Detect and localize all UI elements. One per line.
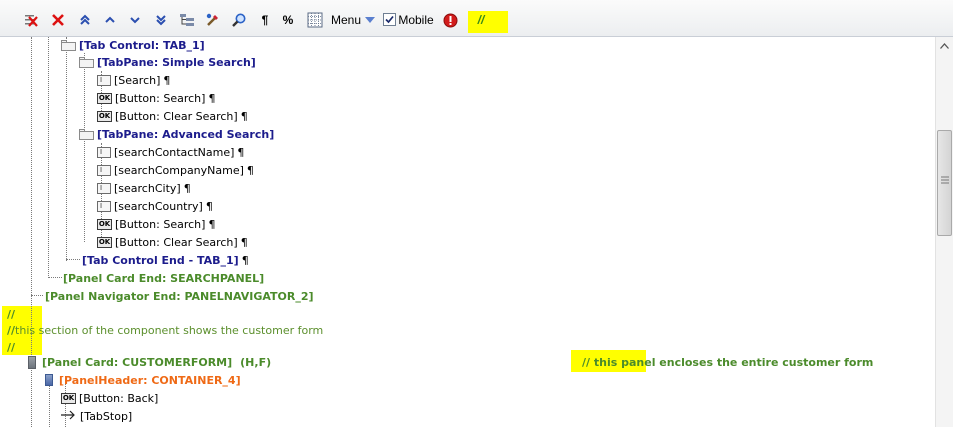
stop-icon[interactable] <box>441 10 459 30</box>
tree-line <box>48 277 62 278</box>
tree-node-button[interactable]: OK [Button: Clear Search] ¶ <box>97 107 248 125</box>
tree-node-tab-control-end[interactable]: [Tab Control End - TAB_1] ¶ <box>82 251 249 269</box>
mobile-checkbox[interactable] <box>383 13 396 26</box>
button-icon: OK <box>97 92 112 104</box>
search-icon[interactable] <box>230 10 248 30</box>
toolbar: ¶ % Menu Mobile // <box>0 0 953 37</box>
tree-node-button[interactable]: OK [Button: Search] ¶ <box>97 89 215 107</box>
button-icon: OK <box>97 218 112 230</box>
mobile-label: Mobile <box>398 13 434 27</box>
comment-icon[interactable]: // <box>470 10 492 30</box>
tree-node-tabpane-simple[interactable]: [TabPane: Simple Search] <box>79 53 256 71</box>
tree-line <box>31 295 43 296</box>
tree-node-button[interactable]: OK [Button: Back] <box>61 389 158 407</box>
tree-node-field[interactable]: I [searchContactName] ¶ <box>97 143 244 161</box>
textfield-icon: I <box>97 200 111 212</box>
grip-icon <box>941 176 949 184</box>
edit-icon[interactable] <box>203 10 223 30</box>
move-top-icon[interactable] <box>76 10 94 30</box>
scrollbar-thumb[interactable] <box>937 130 952 236</box>
folder-icon <box>79 56 94 68</box>
tree-line <box>66 259 80 260</box>
textfield-icon: I <box>97 182 111 194</box>
button-icon: OK <box>97 236 112 248</box>
delete-icon[interactable] <box>49 10 67 30</box>
panel-header-icon <box>45 374 53 386</box>
tree-node-comment[interactable]: // this section of the component shows t… <box>7 321 323 339</box>
insert-icon[interactable] <box>178 10 196 30</box>
menu-button[interactable]: Menu <box>331 10 361 30</box>
folder-icon <box>79 128 94 140</box>
textfield-icon: I <box>97 74 111 86</box>
grid-icon[interactable] <box>306 10 324 30</box>
folder-icon <box>61 39 76 51</box>
delete-row-icon[interactable] <box>22 10 40 30</box>
tree-node-tabpane-advanced[interactable]: [TabPane: Advanced Search] <box>79 125 274 143</box>
dropdown-icon[interactable] <box>363 10 377 30</box>
tree-node-field[interactable]: I [searchCity] ¶ <box>97 179 191 197</box>
tree-node-panel-card[interactable]: [Panel Card: CUSTOMERFORM] (H,F) <box>28 353 271 371</box>
tree-node-field[interactable]: I [searchCountry] ¶ <box>97 197 213 215</box>
tree-node-button[interactable]: OK [Button: Search] ¶ <box>97 215 215 233</box>
tree-line <box>48 37 49 278</box>
tree-node-tab-control[interactable]: [Tab Control: TAB_1] <box>61 37 205 54</box>
tree-node-comment[interactable]: // <box>7 338 15 356</box>
percent-icon[interactable]: % <box>280 10 296 30</box>
tree-node-panel-header[interactable]: [PanelHeader: CONTAINER_4] <box>45 371 241 389</box>
tree-node-tabstop[interactable]: [TabStop] <box>61 407 132 425</box>
scroll-up-icon[interactable] <box>936 37 953 54</box>
button-icon: OK <box>97 110 112 122</box>
move-up-icon[interactable] <box>101 10 119 30</box>
move-down-icon[interactable] <box>126 10 144 30</box>
tree-node-panel-navigator-end[interactable]: [Panel Navigator End: PANELNAVIGATOR_2] <box>45 287 314 305</box>
vertical-scrollbar[interactable] <box>935 37 953 427</box>
tree-line <box>66 37 67 261</box>
panel-card-comment: // this panel encloses the entire custom… <box>582 355 874 369</box>
arrow-right-icon <box>61 410 76 423</box>
textfield-icon: I <box>97 164 111 176</box>
component-tree: [Tab Control: TAB_1] [TabPane: Simple Se… <box>0 37 935 427</box>
move-bottom-icon[interactable] <box>152 10 170 30</box>
button-icon: OK <box>61 392 76 404</box>
tree-line <box>49 384 50 427</box>
tree-node-field[interactable]: I [searchCompanyName] ¶ <box>97 161 254 179</box>
pilcrow-icon[interactable]: ¶ <box>257 10 273 30</box>
textfield-icon: I <box>97 146 111 158</box>
tree-node-button[interactable]: OK [Button: Clear Search] ¶ <box>97 233 248 251</box>
tree-line <box>84 53 85 242</box>
panel-card-icon <box>28 355 36 369</box>
tree-node-panel-card-end[interactable]: [Panel Card End: SEARCHPANEL] <box>63 269 264 287</box>
tree-node-field[interactable]: I [Search] ¶ <box>97 71 170 89</box>
